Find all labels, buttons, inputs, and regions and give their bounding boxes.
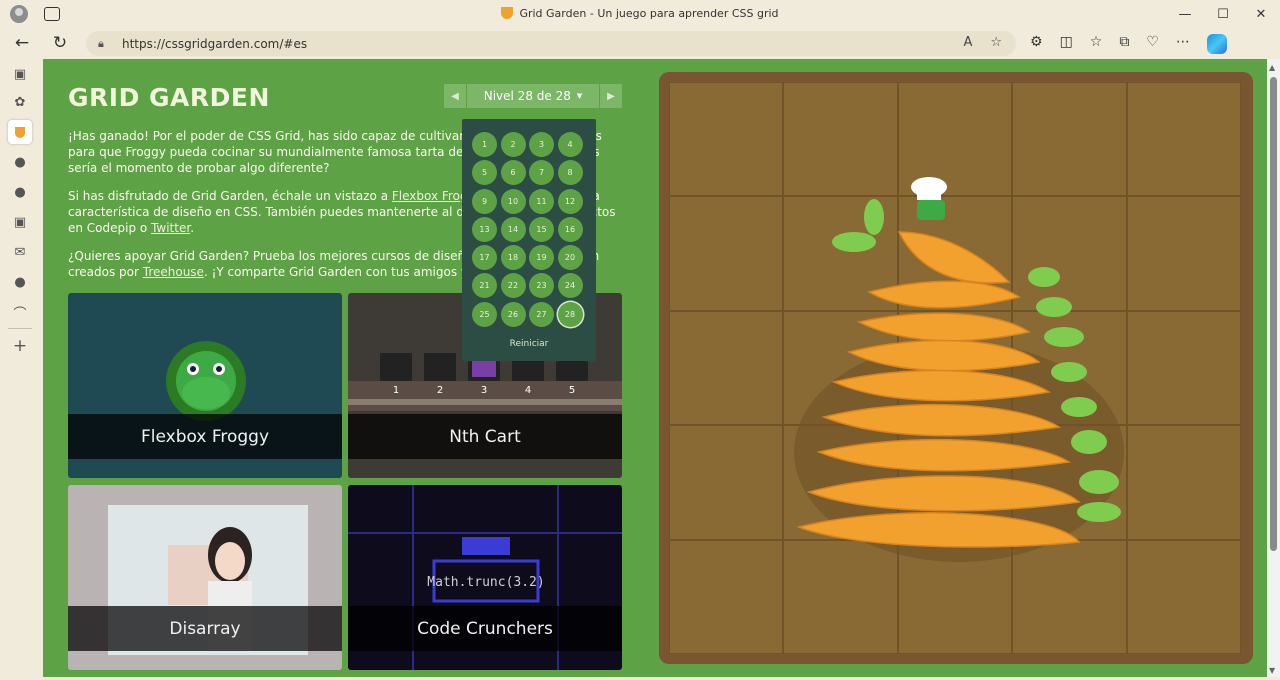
level-button[interactable]: 1: [472, 132, 497, 157]
minimize-button[interactable]: —: [1166, 0, 1204, 28]
read-aloud-icon[interactable]: A: [963, 35, 972, 50]
close-button[interactable]: ✕: [1242, 0, 1280, 28]
favicon-icon: [501, 7, 514, 19]
level-button[interactable]: 27: [529, 301, 554, 327]
card-label: Code Crunchers: [348, 606, 622, 651]
level-button[interactable]: 14: [500, 216, 526, 242]
prev-level-button[interactable]: ◀: [444, 84, 466, 108]
cart-number: 1: [393, 385, 399, 396]
caret-down-icon: ▼: [576, 92, 583, 100]
sidebar-add-icon[interactable]: +: [8, 334, 32, 358]
garden-board: [659, 72, 1253, 664]
text-span: .: [190, 221, 195, 235]
level-button[interactable]: 9: [472, 188, 497, 214]
sidebar-tab-outlook-icon[interactable]: ✉: [8, 240, 32, 264]
level-button[interactable]: 10: [500, 188, 526, 214]
level-button[interactable]: 15: [529, 216, 554, 242]
level-button[interactable]: 7: [529, 160, 554, 186]
level-button[interactable]: 20: [557, 245, 583, 271]
level-button[interactable]: 8: [557, 160, 583, 186]
page-scrollbar[interactable]: ▲ ▼: [1267, 59, 1280, 677]
carrot-pile-illustration: [794, 177, 1124, 562]
sidebar-tab-other-icon[interactable]: ⌒: [8, 300, 32, 324]
refresh-icon[interactable]: ↻: [49, 33, 71, 53]
cart-number: 3: [481, 385, 487, 396]
level-button[interactable]: 28: [557, 301, 583, 327]
next-level-button[interactable]: ▶: [600, 84, 622, 108]
logo: GRID GARDEN: [68, 83, 270, 112]
disarray-card[interactable]: Disarray: [68, 485, 342, 670]
window-title-text: Grid Garden - Un juego para aprender CSS…: [519, 7, 779, 20]
level-button[interactable]: 22: [500, 273, 526, 299]
scroll-up-icon[interactable]: ▲: [1269, 63, 1275, 72]
card-label: Disarray: [68, 606, 342, 651]
twitter-link[interactable]: Twitter: [151, 221, 190, 235]
url-field[interactable]: 🔒︎ https://cssgridgarden.com/#es A ☆: [86, 31, 1016, 56]
maximize-button[interactable]: ☐: [1204, 0, 1242, 28]
url-text[interactable]: https://cssgridgarden.com/#es: [122, 37, 307, 51]
level-button[interactable]: 19: [529, 245, 554, 271]
level-button[interactable]: 18: [500, 245, 526, 271]
back-icon[interactable]: ←: [11, 33, 33, 53]
level-button[interactable]: 3: [529, 132, 554, 157]
grid-garden-page: GRID GARDEN ◀ Nivel 28 de 28 ▼ ▶ ¡Has gan…: [43, 59, 1267, 677]
level-button[interactable]: 11: [529, 188, 554, 214]
text-span: Si has disfrutado de Grid Garden, échale…: [68, 189, 392, 203]
cart-number: 2: [437, 385, 443, 396]
flexbox-froggy-card[interactable]: Flexbox Froggy: [68, 293, 342, 478]
level-button[interactable]: 17: [472, 245, 497, 271]
level-button[interactable]: 4: [557, 132, 583, 157]
level-button[interactable]: 6: [500, 160, 526, 186]
sidebar-tab-github-2-icon[interactable]: ●: [8, 180, 32, 204]
level-grid: 1 2 3 4 5 6 7 8 9 10 11 12 13 14 15 16 17 18 19 20 21 22 23 24 2…: [472, 132, 583, 327]
more-options-icon[interactable]: ⋯: [1176, 34, 1190, 54]
sidebar-tab-grid-garden-icon[interactable]: [8, 120, 32, 144]
split-screen-icon[interactable]: ◫: [1060, 34, 1073, 54]
level-dropdown-toggle[interactable]: Nivel 28 de 28 ▼: [467, 84, 599, 108]
level-button[interactable]: 12: [557, 188, 583, 214]
sidebar-tab-github-icon[interactable]: ●: [8, 150, 32, 174]
level-button[interactable]: 25: [472, 301, 497, 327]
collections-icon[interactable]: ⧉: [1119, 34, 1129, 54]
card-label: Nth Cart: [348, 414, 622, 459]
level-button[interactable]: 13: [472, 216, 497, 242]
reset-button[interactable]: Reiniciar: [462, 339, 596, 349]
browser-sidebar: ▣ ✿ ● ● ▣ ✉ ● ⌒ +: [0, 58, 40, 680]
level-button[interactable]: 2: [500, 132, 526, 157]
level-selector: ◀ Nivel 28 de 28 ▼ ▶: [444, 84, 622, 108]
level-button[interactable]: 21: [472, 273, 497, 299]
scroll-down-icon[interactable]: ▼: [1269, 666, 1275, 675]
sidebar-divider: [8, 328, 32, 329]
cart-number: 4: [525, 385, 531, 396]
code-snippet: Math.trunc(3.2): [427, 575, 544, 590]
level-dropdown: 1 2 3 4 5 6 7 8 9 10 11 12 13 14 15 16 17 18 19 20 21 22 23 24 2…: [462, 119, 596, 361]
extensions-icon[interactable]: ⚙: [1030, 34, 1043, 54]
sidebar-tab-app-icon[interactable]: ▣: [8, 210, 32, 234]
scrollbar-thumb[interactable]: [1270, 77, 1277, 551]
card-label: Flexbox Froggy: [68, 414, 342, 459]
treehouse-link[interactable]: Treehouse: [143, 265, 204, 279]
copilot-icon[interactable]: [1206, 34, 1227, 54]
sidebar-tab-1-icon[interactable]: ✿: [8, 90, 32, 114]
window-title: Grid Garden - Un juego para aprender CSS…: [0, 7, 1280, 20]
favorites-icon[interactable]: ☆: [1090, 34, 1103, 54]
sidebar-toggle-icon[interactable]: ▣: [8, 62, 32, 86]
level-button[interactable]: 24: [557, 273, 583, 299]
sidebar-tab-github-3-icon[interactable]: ●: [8, 270, 32, 294]
lock-icon[interactable]: 🔒︎: [98, 37, 112, 51]
favorite-star-icon[interactable]: ☆: [990, 35, 1002, 50]
level-label: Nivel 28 de 28: [483, 89, 571, 103]
browser-essentials-icon[interactable]: ♡: [1146, 34, 1159, 54]
level-button[interactable]: 5: [472, 160, 497, 186]
code-crunchers-card[interactable]: Math.trunc(3.2) Code Crunchers: [348, 485, 622, 670]
address-bar-row: ← ↻ 🔒︎ https://cssgridgarden.com/#es A ☆…: [0, 28, 1280, 58]
level-button[interactable]: 26: [500, 301, 526, 327]
title-bar: Grid Garden - Un juego para aprender CSS…: [0, 0, 1280, 28]
level-button[interactable]: 16: [557, 216, 583, 242]
level-button[interactable]: 23: [529, 273, 554, 299]
cart-number: 5: [569, 385, 575, 396]
